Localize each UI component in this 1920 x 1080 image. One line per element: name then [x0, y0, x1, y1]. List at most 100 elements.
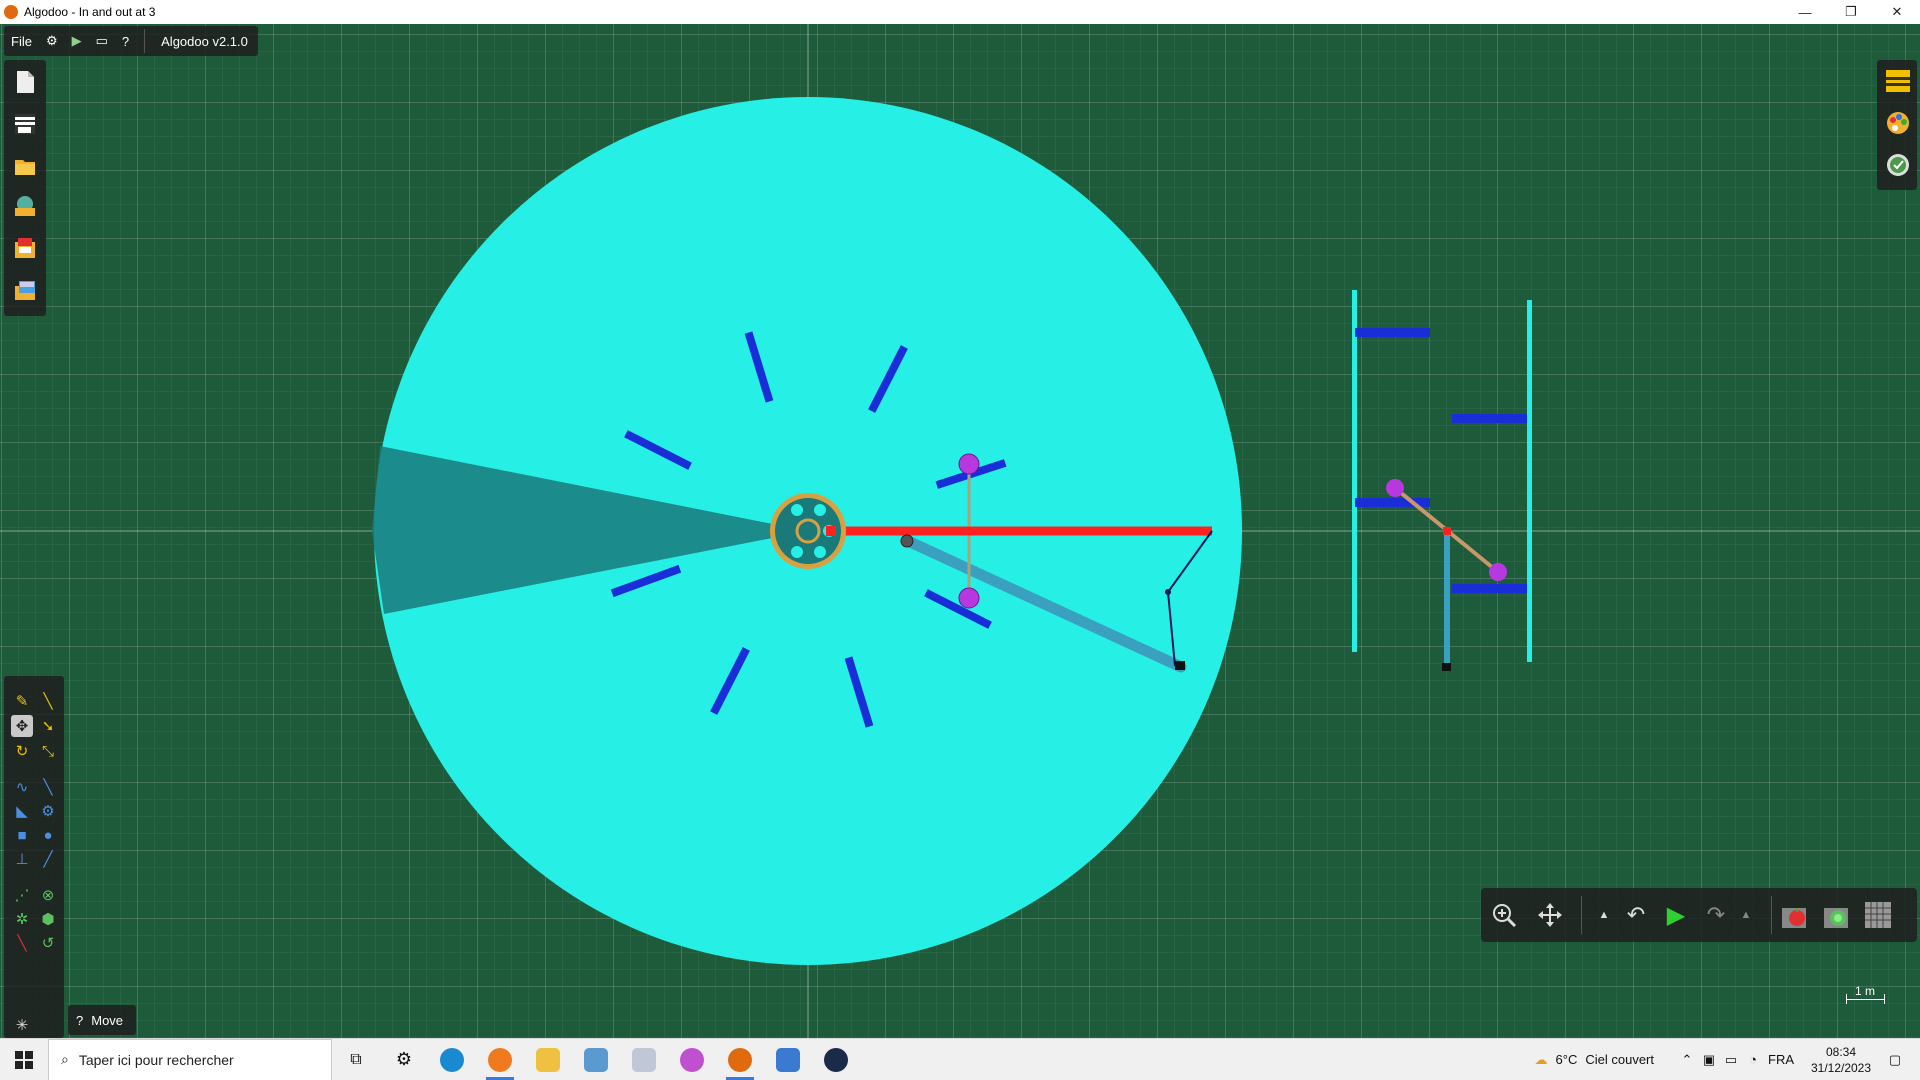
- pivot: [900, 534, 914, 548]
- cut-tool-icon[interactable]: ╲: [37, 690, 59, 712]
- title-bar: Algodoo - In and out at 3 — ❐ ✕: [0, 0, 1920, 24]
- minimize-button[interactable]: —: [1782, 0, 1828, 24]
- background-icon[interactable]: [1885, 68, 1911, 94]
- settings-app-icon[interactable]: ⚙: [380, 1039, 428, 1080]
- window-icon[interactable]: ▭: [89, 26, 115, 56]
- firefox-icon[interactable]: [476, 1039, 524, 1080]
- zoom-icon[interactable]: [1489, 900, 1519, 930]
- notification-icon[interactable]: ▢: [1884, 1052, 1906, 1068]
- chevron-up-icon[interactable]: ⌃: [1676, 1052, 1698, 1068]
- box-tool-icon[interactable]: ■: [11, 824, 33, 846]
- tools-panel: ✎ ╲ ✥ ➘ ↻ ⤡ ∿ ╲ ◣ ⚙ ■ ● ⊥ ╱ ⋰ ⊗ ✲ ⬢ ╲ ↺ …: [4, 676, 64, 1038]
- algobox-icon[interactable]: [13, 194, 37, 218]
- laser-tool-icon[interactable]: ╲: [11, 932, 33, 954]
- scene-drawing: [0, 24, 1920, 1038]
- clock-time: 08:34: [1825, 1044, 1857, 1059]
- scale-label: 1 m: [1854, 984, 1875, 998]
- pin-tool-icon[interactable]: ✳: [11, 1014, 33, 1036]
- windows-icon: [15, 1050, 33, 1069]
- scale-indicator: 1 m: [1844, 984, 1886, 1004]
- sketch-tool-icon[interactable]: ✎: [11, 690, 33, 712]
- thruster-tool-icon[interactable]: ⬢: [37, 908, 59, 930]
- algodoo-taskbar-icon[interactable]: [716, 1039, 764, 1080]
- ball: [958, 453, 980, 475]
- task-view-icon[interactable]: ⧉: [332, 1039, 380, 1080]
- weather-widget[interactable]: ☁ 6°C Ciel couvert: [1535, 1052, 1654, 1068]
- gravity-icon[interactable]: [1779, 900, 1809, 930]
- rod-end: [1175, 661, 1185, 670]
- edge-icon[interactable]: [428, 1039, 476, 1080]
- redo-icon[interactable]: ↷: [1701, 900, 1731, 930]
- right-panel: [1877, 60, 1917, 190]
- chain-tool-icon[interactable]: ⋰: [11, 884, 33, 906]
- redo-menu-arrow[interactable]: ▲: [1731, 900, 1761, 930]
- help-icon[interactable]: ?: [115, 26, 136, 56]
- question-icon: ?: [76, 1012, 84, 1028]
- new-scene-icon[interactable]: [13, 70, 37, 94]
- windows-taskbar: ⌕ Taper ici pour rechercher ⧉ ⚙ ☁ 6°C Ci…: [0, 1038, 1920, 1080]
- palette-icon[interactable]: [1885, 110, 1911, 136]
- fixate-tool-icon[interactable]: ⊥: [11, 848, 33, 870]
- gear-tool-icon[interactable]: ⚙: [37, 800, 59, 822]
- clock[interactable]: 08:34 31/12/2023: [1808, 1044, 1874, 1076]
- search-icon: ⌕: [61, 1051, 69, 1067]
- move-tool-icon[interactable]: ✥: [11, 715, 33, 737]
- visualization-icon[interactable]: [1885, 152, 1911, 178]
- app-c-icon[interactable]: [812, 1039, 860, 1080]
- undo-menu-arrow[interactable]: ▲: [1589, 900, 1619, 930]
- tool-hint-label: Move: [91, 1012, 124, 1028]
- algodoo-app-icon: [4, 5, 18, 19]
- pan-icon[interactable]: [1535, 900, 1565, 930]
- folder-images-icon[interactable]: [13, 278, 37, 302]
- circle-tool-icon[interactable]: ●: [37, 824, 59, 846]
- clear-icon[interactable]: [13, 112, 37, 136]
- scale-tool-icon[interactable]: ⤡: [37, 740, 59, 762]
- spring-tool-icon[interactable]: ╱: [37, 848, 59, 870]
- simulation-canvas[interactable]: [0, 24, 1920, 1038]
- app-flame-icon[interactable]: [668, 1039, 716, 1080]
- app-chart-icon[interactable]: [620, 1039, 668, 1080]
- restore-button[interactable]: ❐: [1828, 0, 1874, 24]
- battery-icon[interactable]: ▭: [1720, 1052, 1742, 1068]
- play-scene-icon[interactable]: ▶: [65, 26, 89, 56]
- motor-tool-icon[interactable]: ↺: [37, 932, 59, 954]
- ball: [958, 587, 980, 609]
- plane-tool-icon[interactable]: ◣: [11, 800, 33, 822]
- file-menu[interactable]: File: [4, 26, 39, 56]
- weather-temp: 6°C: [1555, 1052, 1578, 1067]
- top-menu: File ⚙ ▶ ▭ ? Algodoo v2.1.0: [4, 26, 258, 56]
- file-explorer-icon[interactable]: [524, 1039, 572, 1080]
- simulation-controls: ▲ ↶ ▶ ↷ ▲: [1481, 888, 1917, 942]
- save-icon[interactable]: [13, 236, 37, 260]
- start-button[interactable]: [0, 1039, 48, 1080]
- app-blue-icon[interactable]: [572, 1039, 620, 1080]
- open-folder-icon[interactable]: [13, 154, 37, 178]
- close-button[interactable]: ✕: [1874, 0, 1920, 24]
- rope-tool-icon[interactable]: ∿: [11, 776, 33, 798]
- undo-icon[interactable]: ↶: [1621, 900, 1651, 930]
- settings-icon[interactable]: ⚙: [39, 26, 65, 56]
- rotate-tool-icon[interactable]: ↻: [11, 740, 33, 762]
- beam-joint: [826, 526, 836, 536]
- play-icon[interactable]: ▶: [1661, 900, 1691, 930]
- search-box[interactable]: ⌕ Taper ici pour rechercher: [48, 1038, 332, 1080]
- clock-date: 31/12/2023: [1810, 1060, 1872, 1075]
- drag-tool-icon[interactable]: ➘: [37, 715, 59, 737]
- cloud-icon: ☁: [1534, 1051, 1548, 1067]
- air-friction-icon[interactable]: [1821, 900, 1851, 930]
- brush-tool-icon[interactable]: ╲: [37, 776, 59, 798]
- weather-desc: Ciel couvert: [1585, 1052, 1654, 1067]
- window-title: Algodoo - In and out at 3: [24, 5, 156, 19]
- search-placeholder: Taper ici pour rechercher: [78, 1051, 234, 1068]
- language-indicator[interactable]: FRA: [1764, 1052, 1798, 1067]
- version-label: Algodoo v2.1.0: [161, 33, 248, 49]
- tool-hint: ? Move: [68, 1005, 136, 1035]
- right-mechanism: [1352, 290, 1532, 671]
- app-window-icon[interactable]: [764, 1039, 812, 1080]
- tracer-tool-icon[interactable]: ✲: [11, 908, 33, 930]
- hinge-tool-icon[interactable]: ⊗: [37, 884, 59, 906]
- grid-icon[interactable]: [1863, 900, 1893, 930]
- meet-icon[interactable]: ▣: [1698, 1052, 1720, 1068]
- wifi-icon[interactable]: ◔: [1742, 1052, 1764, 1067]
- file-toolbar: [4, 60, 46, 316]
